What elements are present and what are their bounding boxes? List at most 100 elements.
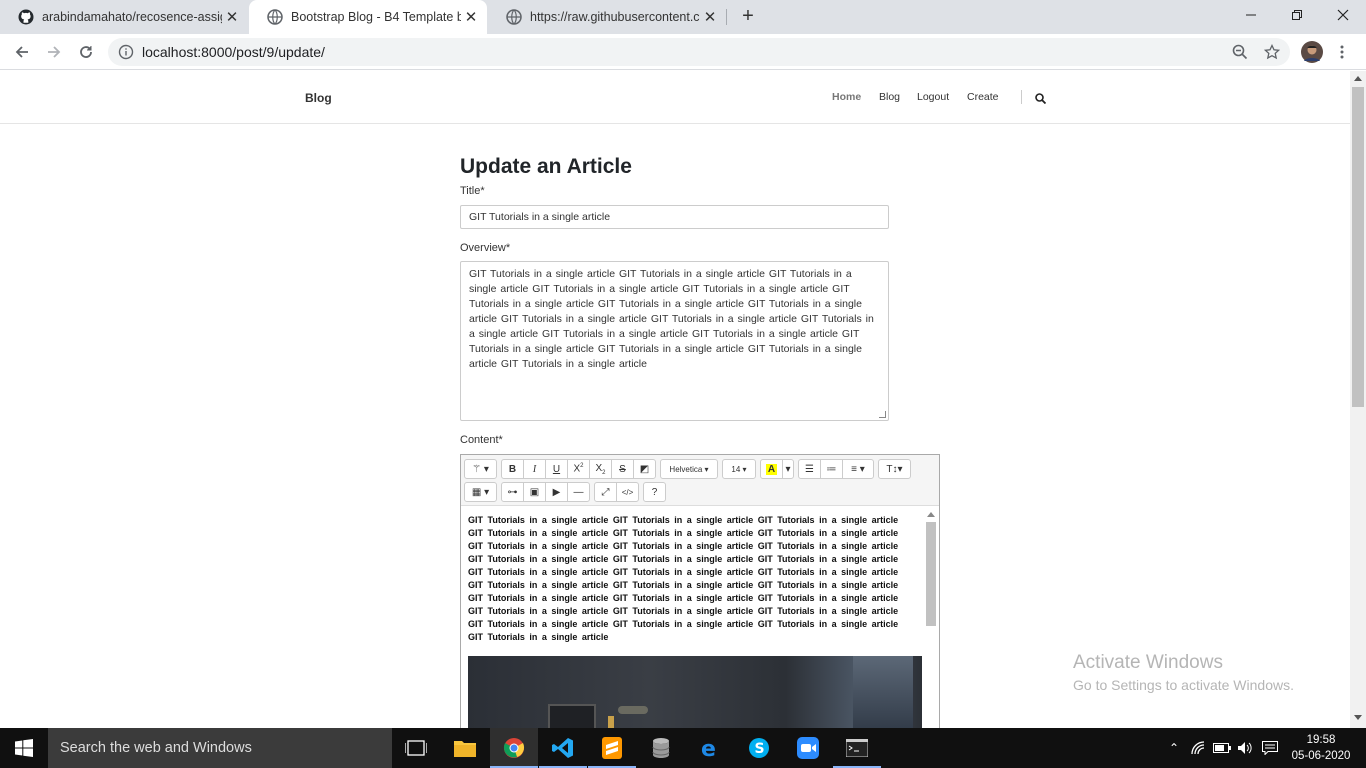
scroll-up-icon[interactable]: [927, 511, 935, 517]
browser-toolbar: localhost:8000/post/9/update/: [0, 34, 1366, 70]
tray-network[interactable]: [1188, 728, 1210, 768]
subscript-button[interactable]: X2: [589, 459, 612, 479]
chrome-icon: [503, 738, 525, 758]
close-icon: [1337, 9, 1349, 21]
editor-embedded-image[interactable]: [468, 656, 922, 728]
reload-button[interactable]: [74, 40, 98, 64]
editor-toolbar-row-1: ⚚ ▾ B I U X2 X2 S ◩ Helvetica ▾ 14 ▾ A ▾…: [464, 459, 915, 479]
address-bar[interactable]: localhost:8000/post/9/update/: [108, 38, 1290, 66]
title-label: Title*: [460, 185, 485, 197]
text-color-button[interactable]: A: [760, 459, 783, 479]
site-brand[interactable]: Blog: [305, 91, 332, 105]
fullscreen-button[interactable]: ⤢: [594, 482, 617, 502]
tab-raw-github[interactable]: https://raw.githubusercontent.co ✕: [488, 0, 726, 34]
search-icon[interactable]: [1035, 93, 1046, 104]
tab-bootstrap-blog[interactable]: Bootstrap Blog - B4 Template by ✕: [249, 0, 487, 34]
font-color-icon: A: [765, 463, 778, 475]
tray-action-center[interactable]: [1258, 728, 1282, 768]
close-icon[interactable]: ✕: [222, 8, 242, 26]
taskbar-search[interactable]: Search the web and Windows: [48, 728, 392, 768]
window-shape: [853, 656, 913, 728]
bold-icon: B: [508, 463, 517, 475]
edge-icon: e: [701, 737, 716, 759]
task-view-button[interactable]: [392, 728, 440, 768]
text-color-dropdown[interactable]: ▾: [782, 459, 794, 479]
italic-icon: I: [532, 463, 537, 475]
question-icon: ?: [651, 486, 658, 498]
line-height-dropdown[interactable]: T↕▾: [878, 459, 911, 479]
close-window-button[interactable]: [1320, 0, 1366, 30]
tab-title: Bootstrap Blog - B4 Template by: [291, 10, 461, 24]
task-view-icon: [405, 740, 427, 756]
font-name-dropdown[interactable]: Helvetica ▾: [660, 459, 718, 479]
chrome-button[interactable]: [490, 728, 538, 768]
nav-link-blog[interactable]: Blog: [879, 91, 900, 103]
paragraph-align-dropdown[interactable]: ≡ ▾: [842, 459, 874, 479]
title-input[interactable]: GIT Tutorials in a single article: [460, 205, 889, 229]
minimize-button[interactable]: [1228, 0, 1274, 30]
minimize-icon: [1246, 14, 1256, 16]
zoom-button[interactable]: [1228, 40, 1252, 64]
tray-battery[interactable]: [1212, 728, 1232, 768]
taskbar-clock[interactable]: 19:58 05-06-2020: [1286, 732, 1356, 764]
file-explorer-button[interactable]: [441, 728, 489, 768]
style-button[interactable]: ⚚ ▾: [464, 459, 497, 479]
new-tab-button[interactable]: +: [737, 5, 759, 27]
profile-avatar[interactable]: [1300, 40, 1324, 64]
nav-link-create[interactable]: Create: [967, 91, 999, 103]
tray-volume[interactable]: [1235, 728, 1255, 768]
close-icon[interactable]: ✕: [700, 8, 720, 26]
vscode-button[interactable]: [539, 728, 587, 768]
database-button[interactable]: [637, 728, 685, 768]
close-icon[interactable]: ✕: [461, 8, 481, 26]
underline-button[interactable]: U: [545, 459, 568, 479]
skype-button[interactable]: S: [735, 728, 783, 768]
battery-icon: [1213, 743, 1231, 753]
taskbar-search-placeholder: Search the web and Windows: [60, 740, 252, 756]
ordered-list-button[interactable]: ≔: [820, 459, 843, 479]
edge-button[interactable]: e: [686, 728, 734, 768]
editor-scrollbar[interactable]: [924, 508, 938, 728]
vscode-icon: [552, 738, 573, 758]
tray-show-hidden[interactable]: ⌃: [1164, 728, 1184, 768]
tab-github[interactable]: arabindamahato/recosence-assig ✕: [0, 0, 248, 34]
back-button[interactable]: [10, 40, 34, 64]
nav-link-home[interactable]: Home: [832, 91, 861, 103]
terminal-button[interactable]: [833, 728, 881, 768]
horizontal-rule-button[interactable]: —: [567, 482, 590, 502]
editor-content-area[interactable]: GIT Tutorials in a single article GIT Tu…: [461, 505, 939, 728]
resize-handle[interactable]: [879, 411, 886, 418]
strikethrough-button[interactable]: S: [611, 459, 634, 479]
terminal-icon: [846, 739, 868, 757]
zoom-app-button[interactable]: [784, 728, 832, 768]
eraser-icon: ◩: [639, 463, 650, 475]
overview-textarea[interactable]: GIT Tutorials in a single article GIT Tu…: [460, 261, 889, 421]
scroll-up-icon[interactable]: [1354, 76, 1362, 81]
bookmark-button[interactable]: [1260, 40, 1284, 64]
menu-button[interactable]: [1330, 40, 1354, 64]
font-size-dropdown[interactable]: 14 ▾: [722, 459, 756, 479]
help-button[interactable]: ?: [643, 482, 666, 502]
italic-button[interactable]: I: [523, 459, 546, 479]
start-button[interactable]: [0, 728, 48, 768]
code-view-button[interactable]: </>: [616, 482, 639, 502]
editor-scrollbar-thumb[interactable]: [926, 522, 936, 626]
info-icon[interactable]: [118, 44, 134, 60]
sublime-button[interactable]: [588, 728, 636, 768]
page-scrollbar[interactable]: [1350, 71, 1366, 728]
superscript-button[interactable]: X2: [567, 459, 590, 479]
video-button[interactable]: ▶: [545, 482, 568, 502]
table-dropdown[interactable]: ▦ ▾: [464, 482, 497, 502]
restore-button[interactable]: [1274, 0, 1320, 30]
picture-button[interactable]: ▣: [523, 482, 546, 502]
nav-link-logout[interactable]: Logout: [917, 91, 949, 103]
forward-button[interactable]: [42, 40, 66, 64]
scroll-down-icon[interactable]: [1354, 715, 1362, 720]
link-button[interactable]: ⊶: [501, 482, 524, 502]
font-size-value: 14: [731, 464, 741, 474]
unordered-list-button[interactable]: ☰: [798, 459, 821, 479]
web-page: Blog Home Blog Logout Create Update an A…: [0, 71, 1350, 728]
eraser-button[interactable]: ◩: [633, 459, 656, 479]
page-scrollbar-thumb[interactable]: [1352, 87, 1364, 407]
bold-button[interactable]: B: [501, 459, 524, 479]
